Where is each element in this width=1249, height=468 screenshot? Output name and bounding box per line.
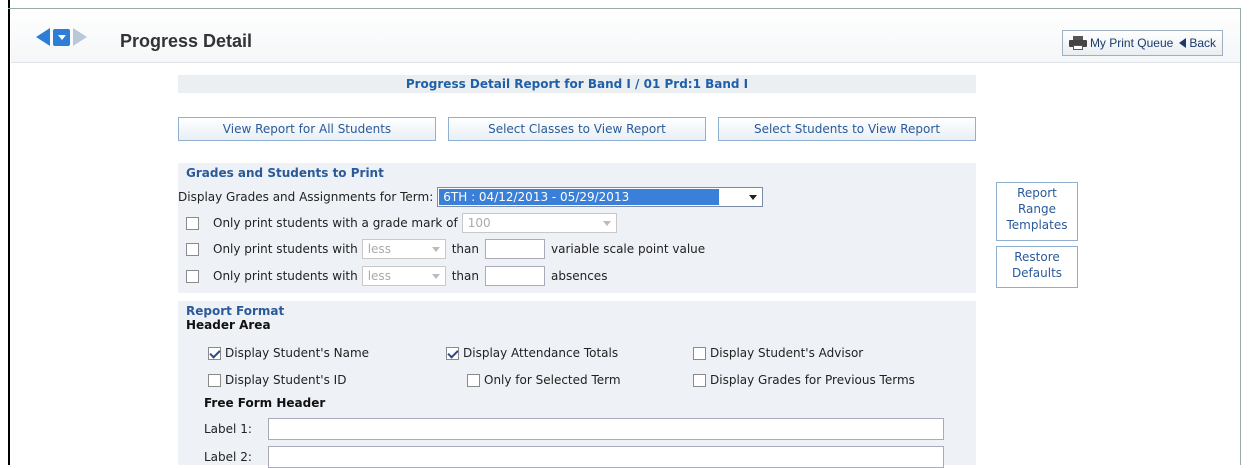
top-actions: My Print Queue Back: [1061, 30, 1223, 56]
option-previous-terms: Display Grades for Previous Terms: [693, 373, 915, 387]
free-form-header-title: Free Form Header: [204, 396, 326, 410]
scale-checkbox[interactable]: [186, 242, 199, 256]
student-name-label: Display Student's Name: [225, 346, 370, 360]
scale-row: Only print students with less than varia…: [186, 239, 705, 259]
scale-value-input[interactable]: [485, 239, 545, 259]
scale-than: than: [451, 242, 479, 256]
selected-term-label: Only for Selected Term: [484, 373, 621, 387]
report-range-templates-line1: Report: [1017, 186, 1057, 200]
attendance-totals-checkbox[interactable]: [446, 346, 459, 360]
student-advisor-label: Display Student's Advisor: [710, 346, 864, 360]
student-name-checkbox[interactable]: [208, 346, 221, 360]
option-selected-term: Only for Selected Term: [467, 373, 621, 387]
print-queue-link[interactable]: My Print Queue: [1090, 36, 1173, 50]
grades-section-title: Grades and Students to Print: [186, 166, 384, 180]
report-range-templates-line3: Templates: [1006, 218, 1068, 232]
previous-terms-checkbox[interactable]: [693, 373, 706, 387]
label1-input[interactable]: [268, 418, 944, 440]
absence-value-input[interactable]: [485, 266, 545, 286]
nav-menu-icon[interactable]: [53, 28, 70, 46]
format-section-title: Report Format: [186, 304, 285, 318]
option-student-name: Display Student's Name: [208, 346, 369, 360]
report-range-templates-line2: Range: [1017, 202, 1057, 216]
absence-compare-value: less: [367, 269, 391, 283]
option-attendance-totals: Display Attendance Totals: [446, 346, 618, 360]
student-id-checkbox[interactable]: [208, 373, 221, 387]
select-classes-button[interactable]: Select Classes to View Report: [448, 117, 706, 141]
title-bar: Progress Detail My Print Queue Back: [11, 9, 1240, 63]
absence-checkbox[interactable]: [186, 269, 199, 283]
option-student-advisor: Display Student's Advisor: [693, 346, 863, 360]
absence-than: than: [451, 269, 479, 283]
grade-mark-checkbox[interactable]: [186, 216, 199, 230]
header-area-title: Header Area: [186, 318, 271, 332]
back-nav-icon[interactable]: [36, 28, 50, 46]
term-row: Display Grades and Assignments for Term:…: [178, 187, 764, 207]
report-header: Progress Detail Report for Band I / 01 P…: [178, 75, 976, 93]
absence-compare-select: less: [361, 266, 446, 286]
chevron-down-icon: [431, 273, 440, 279]
selected-term-checkbox[interactable]: [467, 373, 480, 387]
term-label: Display Grades and Assignments for Term:: [178, 190, 434, 204]
chevron-down-icon: [602, 220, 611, 226]
grade-mark-value: 100: [467, 216, 491, 230]
scale-compare-value: less: [367, 242, 391, 256]
scale-compare-select: less: [361, 239, 446, 259]
term-select-value: 6TH : 04/12/2013 - 05/29/2013: [439, 189, 720, 205]
back-link[interactable]: Back: [1189, 36, 1216, 50]
term-select[interactable]: 6TH : 04/12/2013 - 05/29/2013: [437, 187, 764, 207]
label1-text: Label 1:: [204, 422, 252, 436]
printer-icon[interactable]: [1068, 36, 1087, 50]
attendance-totals-label: Display Attendance Totals: [463, 346, 619, 360]
scale-label-pre: Only print students with: [213, 242, 358, 256]
window-frame-left: [8, 0, 10, 465]
absence-row: Only print students with less than absen…: [186, 266, 607, 286]
nav-controls: [36, 28, 87, 46]
view-all-students-button[interactable]: View Report for All Students: [178, 117, 436, 141]
grade-mark-row: Only print students with a grade mark of…: [186, 213, 617, 233]
window-frame-right: [1240, 8, 1241, 465]
select-students-button[interactable]: Select Students to View Report: [718, 117, 976, 141]
student-id-label: Display Student's ID: [225, 373, 347, 387]
absence-label-pre: Only print students with: [213, 269, 358, 283]
scale-label-post: variable scale point value: [551, 242, 706, 256]
student-advisor-checkbox[interactable]: [693, 346, 706, 360]
chevron-down-icon: [431, 246, 440, 252]
back-arrow-icon[interactable]: [1179, 38, 1187, 48]
restore-defaults-line1: Restore: [1014, 250, 1060, 264]
forward-nav-icon[interactable]: [73, 28, 87, 46]
absence-label-post: absences: [551, 269, 608, 283]
report-range-templates-button[interactable]: Report Range Templates: [996, 182, 1078, 241]
option-student-id: Display Student's ID: [208, 373, 346, 387]
restore-defaults-line2: Defaults: [1011, 266, 1063, 280]
label1-row: Label 1:: [204, 418, 944, 440]
restore-defaults-button[interactable]: Restore Defaults: [996, 246, 1078, 288]
label2-text: Label 2:: [204, 450, 252, 464]
page-title: Progress Detail: [120, 31, 253, 51]
chevron-down-icon: [749, 194, 758, 200]
previous-terms-label: Display Grades for Previous Terms: [710, 373, 915, 387]
grade-mark-label: Only print students with a grade mark of: [213, 216, 458, 230]
grade-mark-select: 100: [461, 213, 617, 233]
